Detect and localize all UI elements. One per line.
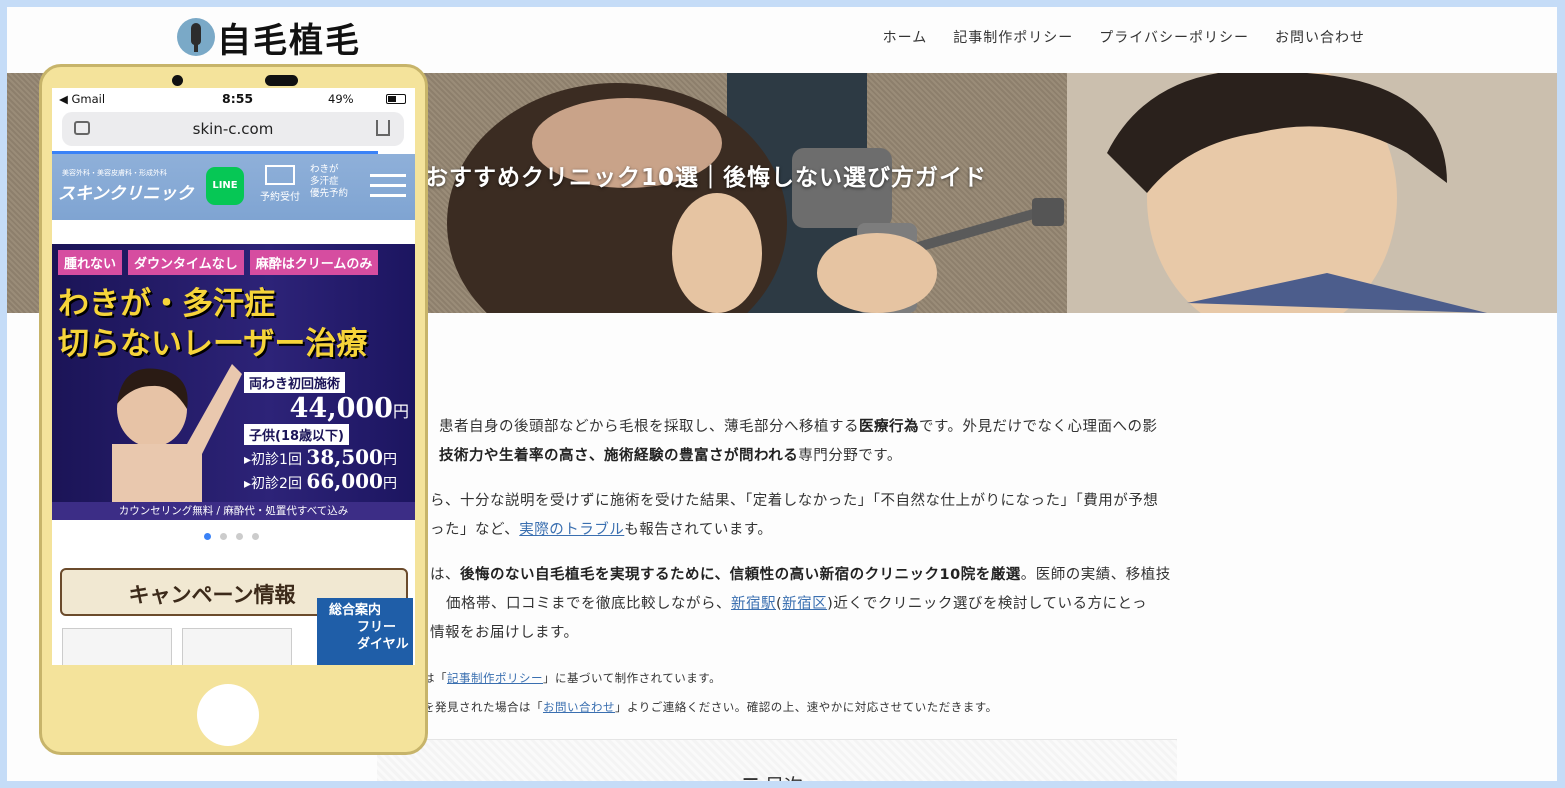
feature-tags: 腫れない ダウンタイムなし 麻酔はクリームのみ xyxy=(58,250,379,275)
carousel-dot[interactable] xyxy=(236,533,243,540)
link-actual-trouble[interactable]: 実際のトラブル xyxy=(519,522,624,538)
campaign-card[interactable] xyxy=(62,628,172,665)
tag: 腫れない xyxy=(58,250,123,275)
banner-headline: わきが・多汗症 切らないレーザー治療 xyxy=(58,286,368,362)
editorial-note: は「記事制作ポリシー」に基づいて制作されています。 xyxy=(423,671,722,685)
link-contact[interactable]: お問い合わせ xyxy=(543,700,615,714)
logo-text: 自毛植毛 xyxy=(217,20,361,61)
tag: 麻酔はクリームのみ xyxy=(249,250,379,275)
battery-icon xyxy=(386,94,406,104)
carousel-dot[interactable] xyxy=(252,533,259,540)
clock: 8:55 xyxy=(222,91,254,106)
price-box: 両わき初回施術 44,000円 子供(18歳以下) ▸初診1回 38,500円 … xyxy=(244,372,409,493)
promo-banner[interactable]: 腫れない ダウンタイムなし 麻酔はクリームのみ わきが・多汗症 切らないレーザー… xyxy=(52,244,415,520)
model-photo xyxy=(112,364,242,504)
nav-editorial-policy[interactable]: 記事制作ポリシー xyxy=(953,27,1073,47)
reservation-button[interactable]: 予約受付 xyxy=(258,165,302,203)
line-button[interactable]: LINE xyxy=(206,167,244,205)
carousel-dot[interactable] xyxy=(220,533,227,540)
carousel-dot[interactable] xyxy=(204,533,211,540)
carousel-dots[interactable] xyxy=(204,533,259,540)
free-dial-button[interactable]: 総合案内 フリー ダイヤル xyxy=(317,598,413,665)
paragraph-3: は、後悔のない自毛植毛を実現するために、信頼性の高い新宿のクリニック10院を厳選… xyxy=(430,567,1171,641)
link-shinjuku-station[interactable]: 新宿駅 xyxy=(731,596,776,612)
site-logo[interactable]: 自毛植毛 xyxy=(177,15,361,61)
hamburger-menu-icon[interactable] xyxy=(370,174,406,204)
url-text: skin-c.com xyxy=(192,120,274,138)
nav-contact[interactable]: お問い合わせ xyxy=(1275,27,1365,47)
url-bar[interactable]: skin-c.com xyxy=(62,112,404,146)
link-editorial-policy[interactable]: 記事制作ポリシー xyxy=(447,671,543,685)
phone-speaker xyxy=(265,75,298,86)
phone-screen: ◀ Gmail 8:55 49% skin-c.com 美容外科・美容皮膚科・形… xyxy=(52,88,415,665)
phone-mockup: ◀ Gmail 8:55 49% skin-c.com 美容外科・美容皮膚科・形… xyxy=(39,64,428,755)
page-title: おすすめクリニック10選｜後悔しない選び方ガイド xyxy=(425,165,988,191)
mail-icon xyxy=(265,165,295,185)
status-bar: ◀ Gmail 8:55 49% xyxy=(52,88,415,110)
paragraph-1: 患者自身の後頭部などから毛根を採取し、薄毛部分へ移植する医療行為です。外見だけで… xyxy=(439,419,1158,464)
share-icon[interactable] xyxy=(376,120,390,136)
nav-home[interactable]: ホーム xyxy=(883,27,928,47)
campaign-card[interactable] xyxy=(182,628,292,665)
phone-home-button[interactable] xyxy=(197,684,259,746)
nav-privacy-policy[interactable]: プライバシーポリシー xyxy=(1099,27,1249,47)
tag: ダウンタイムなし xyxy=(128,250,244,275)
link-shinjuku-ward[interactable]: 新宿区 xyxy=(782,596,827,612)
clinic-departments: 美容外科・美容皮膚科・形成外科 xyxy=(62,169,167,177)
priority-reservation-button[interactable]: わきが 多汗症 優先予約 xyxy=(310,164,358,200)
clinic-logo[interactable]: スキンクリニック xyxy=(58,179,194,204)
logo-hair-icon xyxy=(177,18,215,56)
toc-title[interactable]: ☰ 目次 xyxy=(742,771,803,781)
campaign-cards xyxy=(62,628,292,665)
phone-camera xyxy=(172,75,183,86)
carrier-label: ◀ Gmail xyxy=(59,92,106,106)
article-body: 患者自身の後頭部などから毛根を採取し、薄毛部分へ移植する医療行為です。外見だけで… xyxy=(417,413,1217,664)
main-nav: ホーム 記事制作ポリシー プライバシーポリシー お問い合わせ xyxy=(883,27,1365,47)
error-report-note: を発見された場合は「お問い合わせ」よりご連絡ください。確認の上、速やかに対応させ… xyxy=(423,700,998,714)
clinic-site-header: 美容外科・美容皮膚科・形成外科 スキンクリニック LINE 予約受付 わきが 多… xyxy=(52,154,415,220)
battery-percent: 49% xyxy=(328,92,354,106)
list-icon: ☰ xyxy=(742,775,765,781)
banner-footer: カウンセリング無料 / 麻酔代・処置代すべて込み xyxy=(52,502,415,520)
paragraph-2: ら、十分な説明を受けずに施術を受けた結果、「定着しなかった」「不自然な仕上がりに… xyxy=(430,493,1159,538)
